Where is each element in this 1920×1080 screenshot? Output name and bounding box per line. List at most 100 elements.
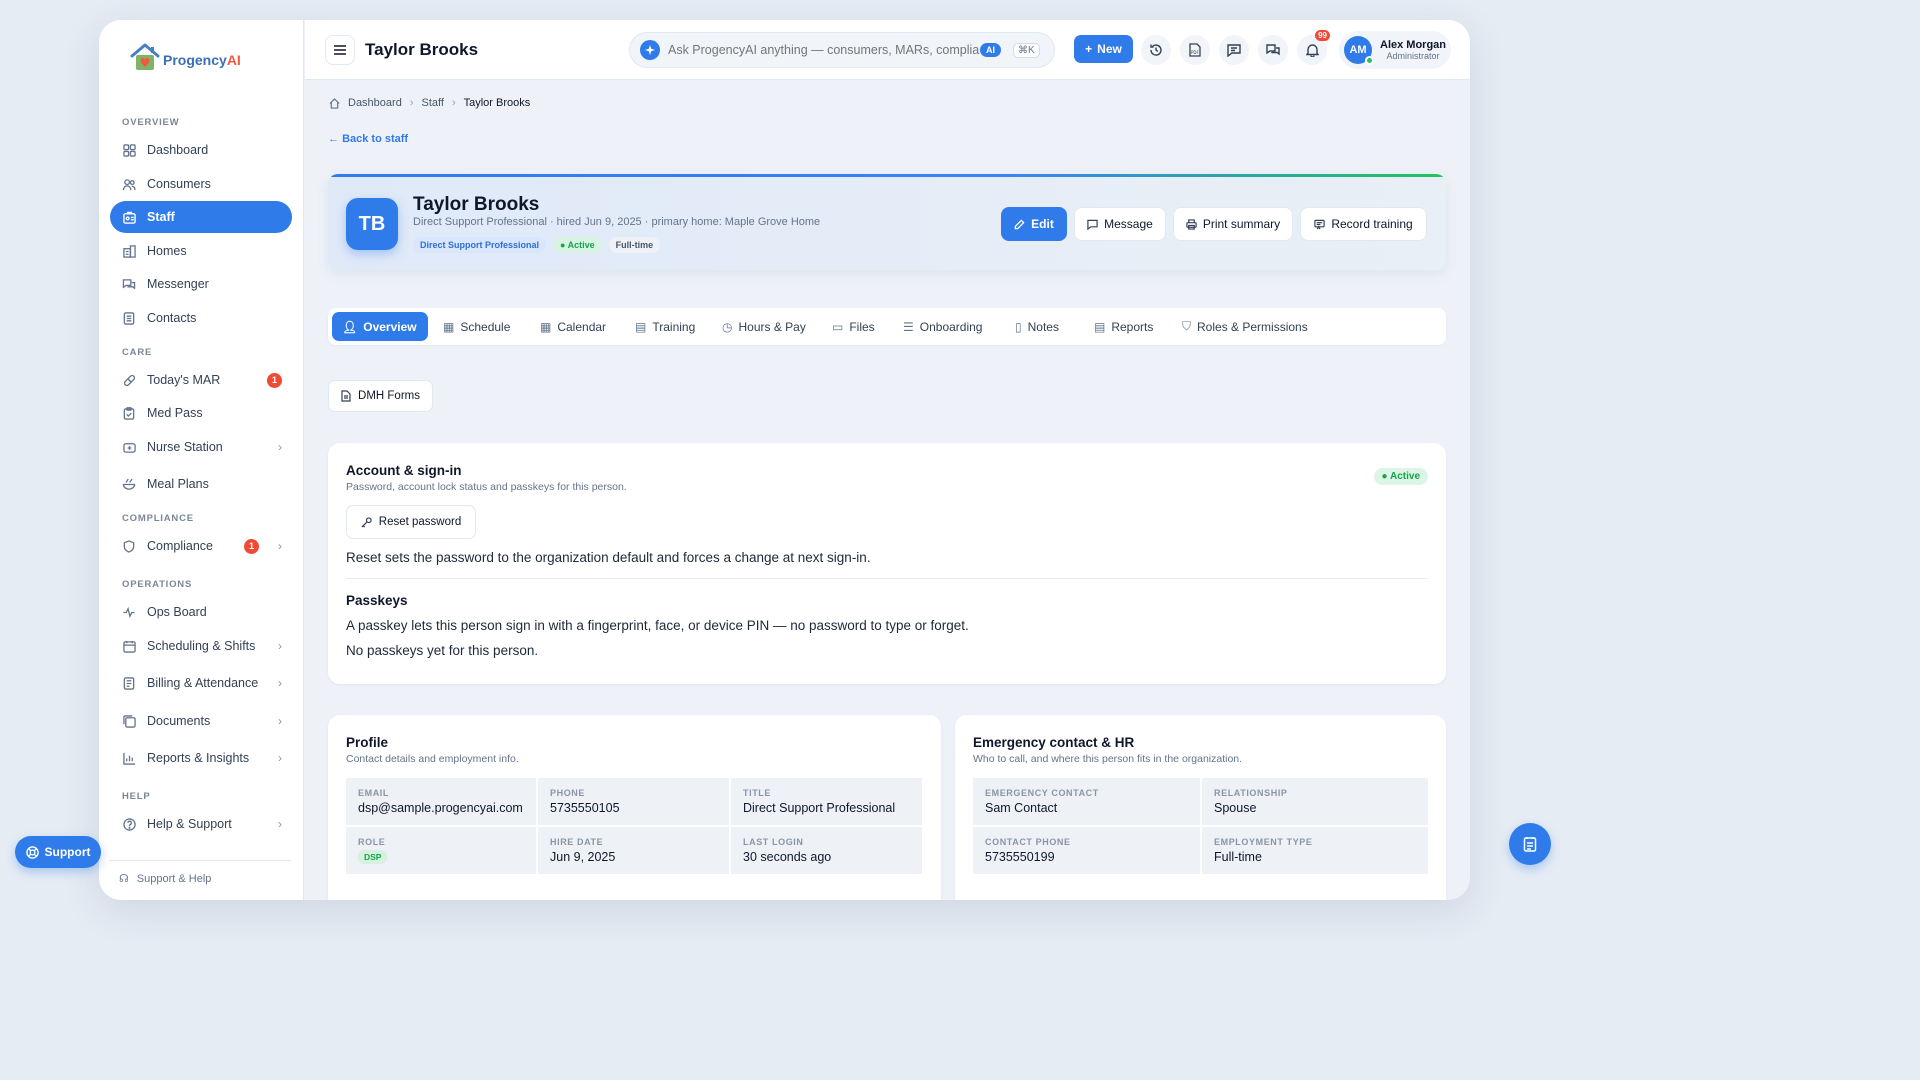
sidebar-item-meal-plans[interactable]: Meal Plans <box>110 468 292 500</box>
tab-schedule[interactable]: ▦ Schedule <box>433 312 520 341</box>
reset-note: Reset sets the password to the organizat… <box>346 550 871 565</box>
sidebar-item-dashboard[interactable]: Dashboard <box>110 134 292 166</box>
field-last-login: LAST LOGIN 30 seconds ago <box>731 827 922 874</box>
chat-button[interactable] <box>1219 35 1249 65</box>
sidebar-item-scheduling[interactable]: Scheduling & Shifts › <box>110 630 292 662</box>
back-link-label: Back to staff <box>342 133 409 145</box>
sidebar-item-label: Documents <box>147 714 211 728</box>
sidebar-item-compliance[interactable]: Compliance 1 › <box>110 530 292 562</box>
chevron-right-icon: › <box>409 97 414 109</box>
sidebar-item-todays-mar[interactable]: Today's MAR 1 <box>110 364 292 396</box>
brand-logo[interactable]: ProgencyAI <box>129 42 241 72</box>
tab-label: Onboarding <box>919 319 983 334</box>
chat-icon <box>1227 44 1241 57</box>
user-icon: 👤︎ <box>342 319 358 334</box>
pdf-icon: PDF <box>1189 43 1201 57</box>
sidebar-item-contacts[interactable]: Contacts <box>110 302 292 334</box>
tab-label: Files <box>849 319 875 334</box>
record-training-label: Record training <box>1331 217 1413 231</box>
note-icon: ▯ <box>1015 319 1022 334</box>
bell-icon <box>1305 44 1319 57</box>
print-button-label: Print summary <box>1202 217 1281 231</box>
checklist-icon: ☰ <box>903 319 914 334</box>
sidebar-item-label: Staff <box>147 210 175 224</box>
emergency-fields: EMERGENCY CONTACT Sam Contact RELATIONSHI… <box>973 778 1428 874</box>
ai-search-bar[interactable]: AI ⌘K <box>629 32 1055 68</box>
sidebar-item-staff[interactable]: Staff <box>110 201 292 233</box>
sidebar-item-nurse-station[interactable]: Nurse Station › <box>110 431 292 463</box>
calendar-icon: ▦ <box>540 319 552 334</box>
tab-overview[interactable]: 👤︎ Overview <box>332 312 428 341</box>
field-role: ROLE DSP <box>346 827 536 874</box>
sidebar-footer-link[interactable]: ☊ Support & Help <box>119 872 211 886</box>
tab-onboarding[interactable]: ☰ Onboarding <box>893 312 992 341</box>
message-button[interactable]: Message <box>1074 207 1166 241</box>
divider <box>346 578 1428 579</box>
field-employment-type: EMPLOYMENT TYPE Full-time <box>1202 827 1428 874</box>
activity-icon <box>122 605 136 619</box>
back-to-staff-link[interactable]: ← Back to staff <box>328 133 408 145</box>
app-window: ProgencyAI OVERVIEW Dashboard Consumers … <box>99 20 1470 900</box>
support-button-label: Support <box>44 845 91 859</box>
print-summary-button[interactable]: Print summary <box>1173 207 1293 241</box>
sidebar-item-reports[interactable]: Reports & Insights › <box>110 742 292 774</box>
tab-training[interactable]: ▤ Training <box>625 312 705 341</box>
field-email: EMAIL dsp@sample.progencyai.com <box>346 778 536 825</box>
sidebar-divider <box>109 860 291 861</box>
role-badge: DSP <box>358 850 388 864</box>
new-button[interactable]: + New <box>1074 35 1133 63</box>
messages-button[interactable] <box>1258 35 1288 65</box>
account-signin-card: Account & sign-in Password, account lock… <box>328 443 1446 684</box>
tab-label: Hours & Pay <box>738 319 806 334</box>
field-label: HIRE DATE <box>550 837 604 847</box>
ai-badge: AI <box>980 43 1001 57</box>
sidebar-item-label: Med Pass <box>147 406 203 420</box>
sidebar-item-documents[interactable]: Documents › <box>110 705 292 737</box>
notes-fab-button[interactable] <box>1509 823 1551 865</box>
record-training-button[interactable]: Record training <box>1300 207 1427 241</box>
dmh-forms-button[interactable]: DMH Forms <box>328 380 433 412</box>
field-emergency-contact: EMERGENCY CONTACT Sam Contact <box>973 778 1200 825</box>
shield-icon: ⛉ <box>1182 319 1192 333</box>
tab-hours-pay[interactable]: ◷ Hours & Pay <box>712 312 816 341</box>
tab-reports[interactable]: ▤ Reports <box>1084 312 1163 341</box>
pdf-button[interactable]: PDF <box>1180 35 1210 65</box>
sidebar-item-consumers[interactable]: Consumers <box>110 168 292 200</box>
field-label: CONTACT PHONE <box>985 837 1071 847</box>
report-icon: ▤ <box>1094 319 1106 334</box>
tab-label: Overview <box>363 319 417 334</box>
chevron-right-icon: › <box>278 539 282 553</box>
arrow-left-icon: ← <box>328 133 343 145</box>
edit-button[interactable]: Edit <box>1001 207 1067 241</box>
reset-password-button[interactable]: Reset password <box>346 505 476 539</box>
history-button[interactable] <box>1141 35 1171 65</box>
sidebar-item-med-pass[interactable]: Med Pass <box>110 397 292 429</box>
breadcrumb-dashboard[interactable]: Dashboard <box>348 97 402 109</box>
main-content: Dashboard › Staff › Taylor Brooks ← Back… <box>305 81 1470 900</box>
tab-roles-permissions[interactable]: ⛉ Roles & Permissions <box>1172 312 1318 341</box>
sidebar-item-homes[interactable]: Homes <box>110 235 292 267</box>
message-button-label: Message <box>1104 217 1153 231</box>
online-status-dot <box>1365 56 1374 65</box>
clipboard-icon <box>122 406 136 420</box>
sidebar-item-ops-board[interactable]: Ops Board <box>110 596 292 628</box>
breadcrumb-staff[interactable]: Staff <box>422 97 444 109</box>
search-input[interactable] <box>668 43 980 57</box>
passkeys-title: Passkeys <box>346 593 408 608</box>
sidebar-item-help-support[interactable]: Help & Support › <box>110 808 292 840</box>
tab-files[interactable]: ▭ Files <box>822 312 885 341</box>
support-button[interactable]: Support <box>15 836 101 868</box>
dashboard-icon <box>122 143 136 157</box>
tab-notes[interactable]: ▯ Notes <box>1005 312 1069 341</box>
user-menu[interactable]: AM Alex Morgan Administrator <box>1339 31 1451 69</box>
tab-calendar[interactable]: ▦ Calendar <box>530 312 616 341</box>
sidebar-item-billing[interactable]: Billing & Attendance › <box>110 667 292 699</box>
notification-count-badge: 99 <box>1315 30 1330 41</box>
svg-text:PDF: PDF <box>1191 50 1199 55</box>
account-status-label: Active <box>1389 471 1420 482</box>
menu-toggle-button[interactable] <box>325 35 355 65</box>
home-icon <box>329 97 340 109</box>
sidebar-item-messenger[interactable]: Messenger <box>110 268 292 300</box>
notifications-button[interactable]: 99 <box>1297 30 1330 65</box>
status-badge: ● Active <box>553 237 602 253</box>
